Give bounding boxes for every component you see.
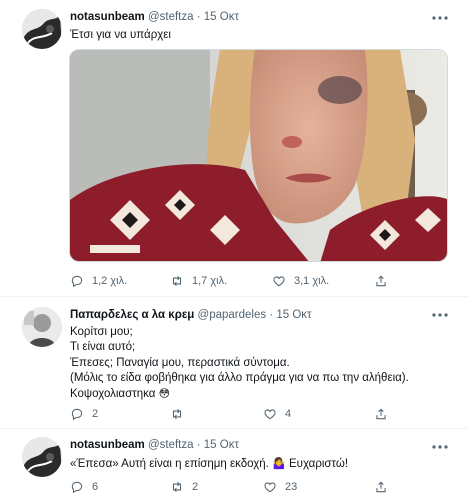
handle[interactable]: @steftza xyxy=(148,439,194,451)
tweet-line: Κορίτσι μου; xyxy=(70,326,133,338)
retweet-count: 1,7 χιλ. xyxy=(192,275,228,287)
tweet-line-text: «Έπεσα» Αυτή είναι η επίσημη εκδοχή. xyxy=(70,458,269,470)
like-button[interactable]: 3,1 χιλ. xyxy=(272,273,329,289)
shrug-emoji: 🤷‍♀️ xyxy=(272,458,286,470)
share-button[interactable] xyxy=(374,479,388,495)
retweet-button[interactable] xyxy=(170,406,192,422)
display-name[interactable]: Παπαρδελες α λα κρεμ xyxy=(70,309,194,321)
tweet-text: Έτσι για να υπάρχει xyxy=(70,29,171,41)
reply-icon xyxy=(71,481,83,494)
retweet-icon xyxy=(172,408,182,420)
more-icon[interactable] xyxy=(431,441,449,451)
reply-count: 6 xyxy=(92,481,99,493)
tweet-line: (Μόλις το είδα φοβήθηκα για άλλο πράγμα … xyxy=(70,372,409,385)
tweet-text: Κορίτσι μου; Τι είναι αυτό; Έπεσες; Πανα… xyxy=(70,325,449,402)
avatar[interactable] xyxy=(22,9,62,49)
separator: · xyxy=(196,11,201,23)
like-button[interactable]: 23 xyxy=(263,479,297,495)
separator: · xyxy=(196,439,201,451)
reply-button[interactable]: 6 xyxy=(70,479,98,495)
share-icon xyxy=(376,408,386,420)
tweet-text: «Έπεσα» Αυτή είναι η επίσημη εκδοχή. 🤷‍♀… xyxy=(70,456,449,472)
tweet-actions: 1,2 χιλ. 1,7 χιλ. 3,1 χιλ. xyxy=(70,273,400,289)
more-icon[interactable] xyxy=(431,309,449,319)
share-icon xyxy=(376,275,386,287)
display-name[interactable]: notasunbeam xyxy=(70,439,145,451)
tweet-line: Έπεσες; Παναγία μου, περαστικά σύντομα. xyxy=(70,356,290,369)
reply-count: 1,2 χιλ. xyxy=(92,275,128,287)
tweet-line-text: Κοψοχολιαστηκα xyxy=(70,387,156,400)
timestamp[interactable]: 15 Οκτ xyxy=(204,439,239,451)
reply-icon xyxy=(71,408,83,421)
retweet-button[interactable]: 1,7 χιλ. xyxy=(170,273,227,289)
tweet-line: Κοψοχολιαστηκα 😳 xyxy=(70,387,449,402)
avatar[interactable] xyxy=(22,437,62,477)
like-icon xyxy=(264,409,276,420)
reply-count: 2 xyxy=(92,408,99,420)
tweet-header: notasunbeam @steftza · 15 Οκτ xyxy=(70,10,429,25)
retweet-icon xyxy=(172,275,182,287)
retweet-count: 2 xyxy=(192,481,199,493)
timestamp[interactable]: 15 Οκτ xyxy=(204,11,239,23)
timestamp[interactable]: 15 Οκτ xyxy=(276,309,311,321)
retweet-button[interactable]: 2 xyxy=(170,479,198,495)
flushed-emoji: 😳 xyxy=(158,387,171,400)
tweet[interactable]: Παπαρδελες α λα κρεμ @papardeles · 15 Οκ… xyxy=(0,296,469,428)
separator: · xyxy=(269,309,274,321)
like-button[interactable]: 4 xyxy=(263,406,291,422)
tweet[interactable]: notasunbeam @steftza · 15 Οκτ «Έπεσα» Αυ… xyxy=(0,428,469,502)
reply-button[interactable]: 1,2 χιλ. xyxy=(70,273,127,289)
tweet-header: Παπαρδελες α λα κρεμ @papardeles · 15 Οκ… xyxy=(70,308,429,323)
tweet-header: notasunbeam @steftza · 15 Οκτ xyxy=(70,438,429,453)
share-button[interactable] xyxy=(374,273,388,289)
more-icon[interactable] xyxy=(431,12,449,22)
thanks-text: Ευχαριστώ! xyxy=(288,458,349,470)
handle[interactable]: @papardeles xyxy=(198,309,267,321)
tweet-actions: 6 2 23 xyxy=(70,479,400,495)
like-count: 4 xyxy=(285,408,292,420)
reply-icon xyxy=(71,275,83,288)
tweet[interactable]: notasunbeam @steftza · 15 Οκτ Έτσι για ν… xyxy=(0,0,469,296)
retweet-icon xyxy=(172,481,182,493)
tweet-actions: 2 4 xyxy=(70,406,400,422)
tweet-line: Τι είναι αυτό; xyxy=(70,341,136,354)
share-button[interactable] xyxy=(374,406,388,422)
avatar[interactable] xyxy=(22,307,62,347)
handle[interactable]: @steftza xyxy=(148,11,194,23)
like-count: 3,1 χιλ. xyxy=(294,275,330,287)
tweet-photo[interactable] xyxy=(69,49,448,262)
reply-button[interactable]: 2 xyxy=(70,406,98,422)
like-icon xyxy=(264,482,276,493)
share-icon xyxy=(376,481,386,493)
like-icon xyxy=(273,276,285,287)
like-count: 23 xyxy=(285,481,298,493)
display-name[interactable]: notasunbeam xyxy=(70,11,145,23)
